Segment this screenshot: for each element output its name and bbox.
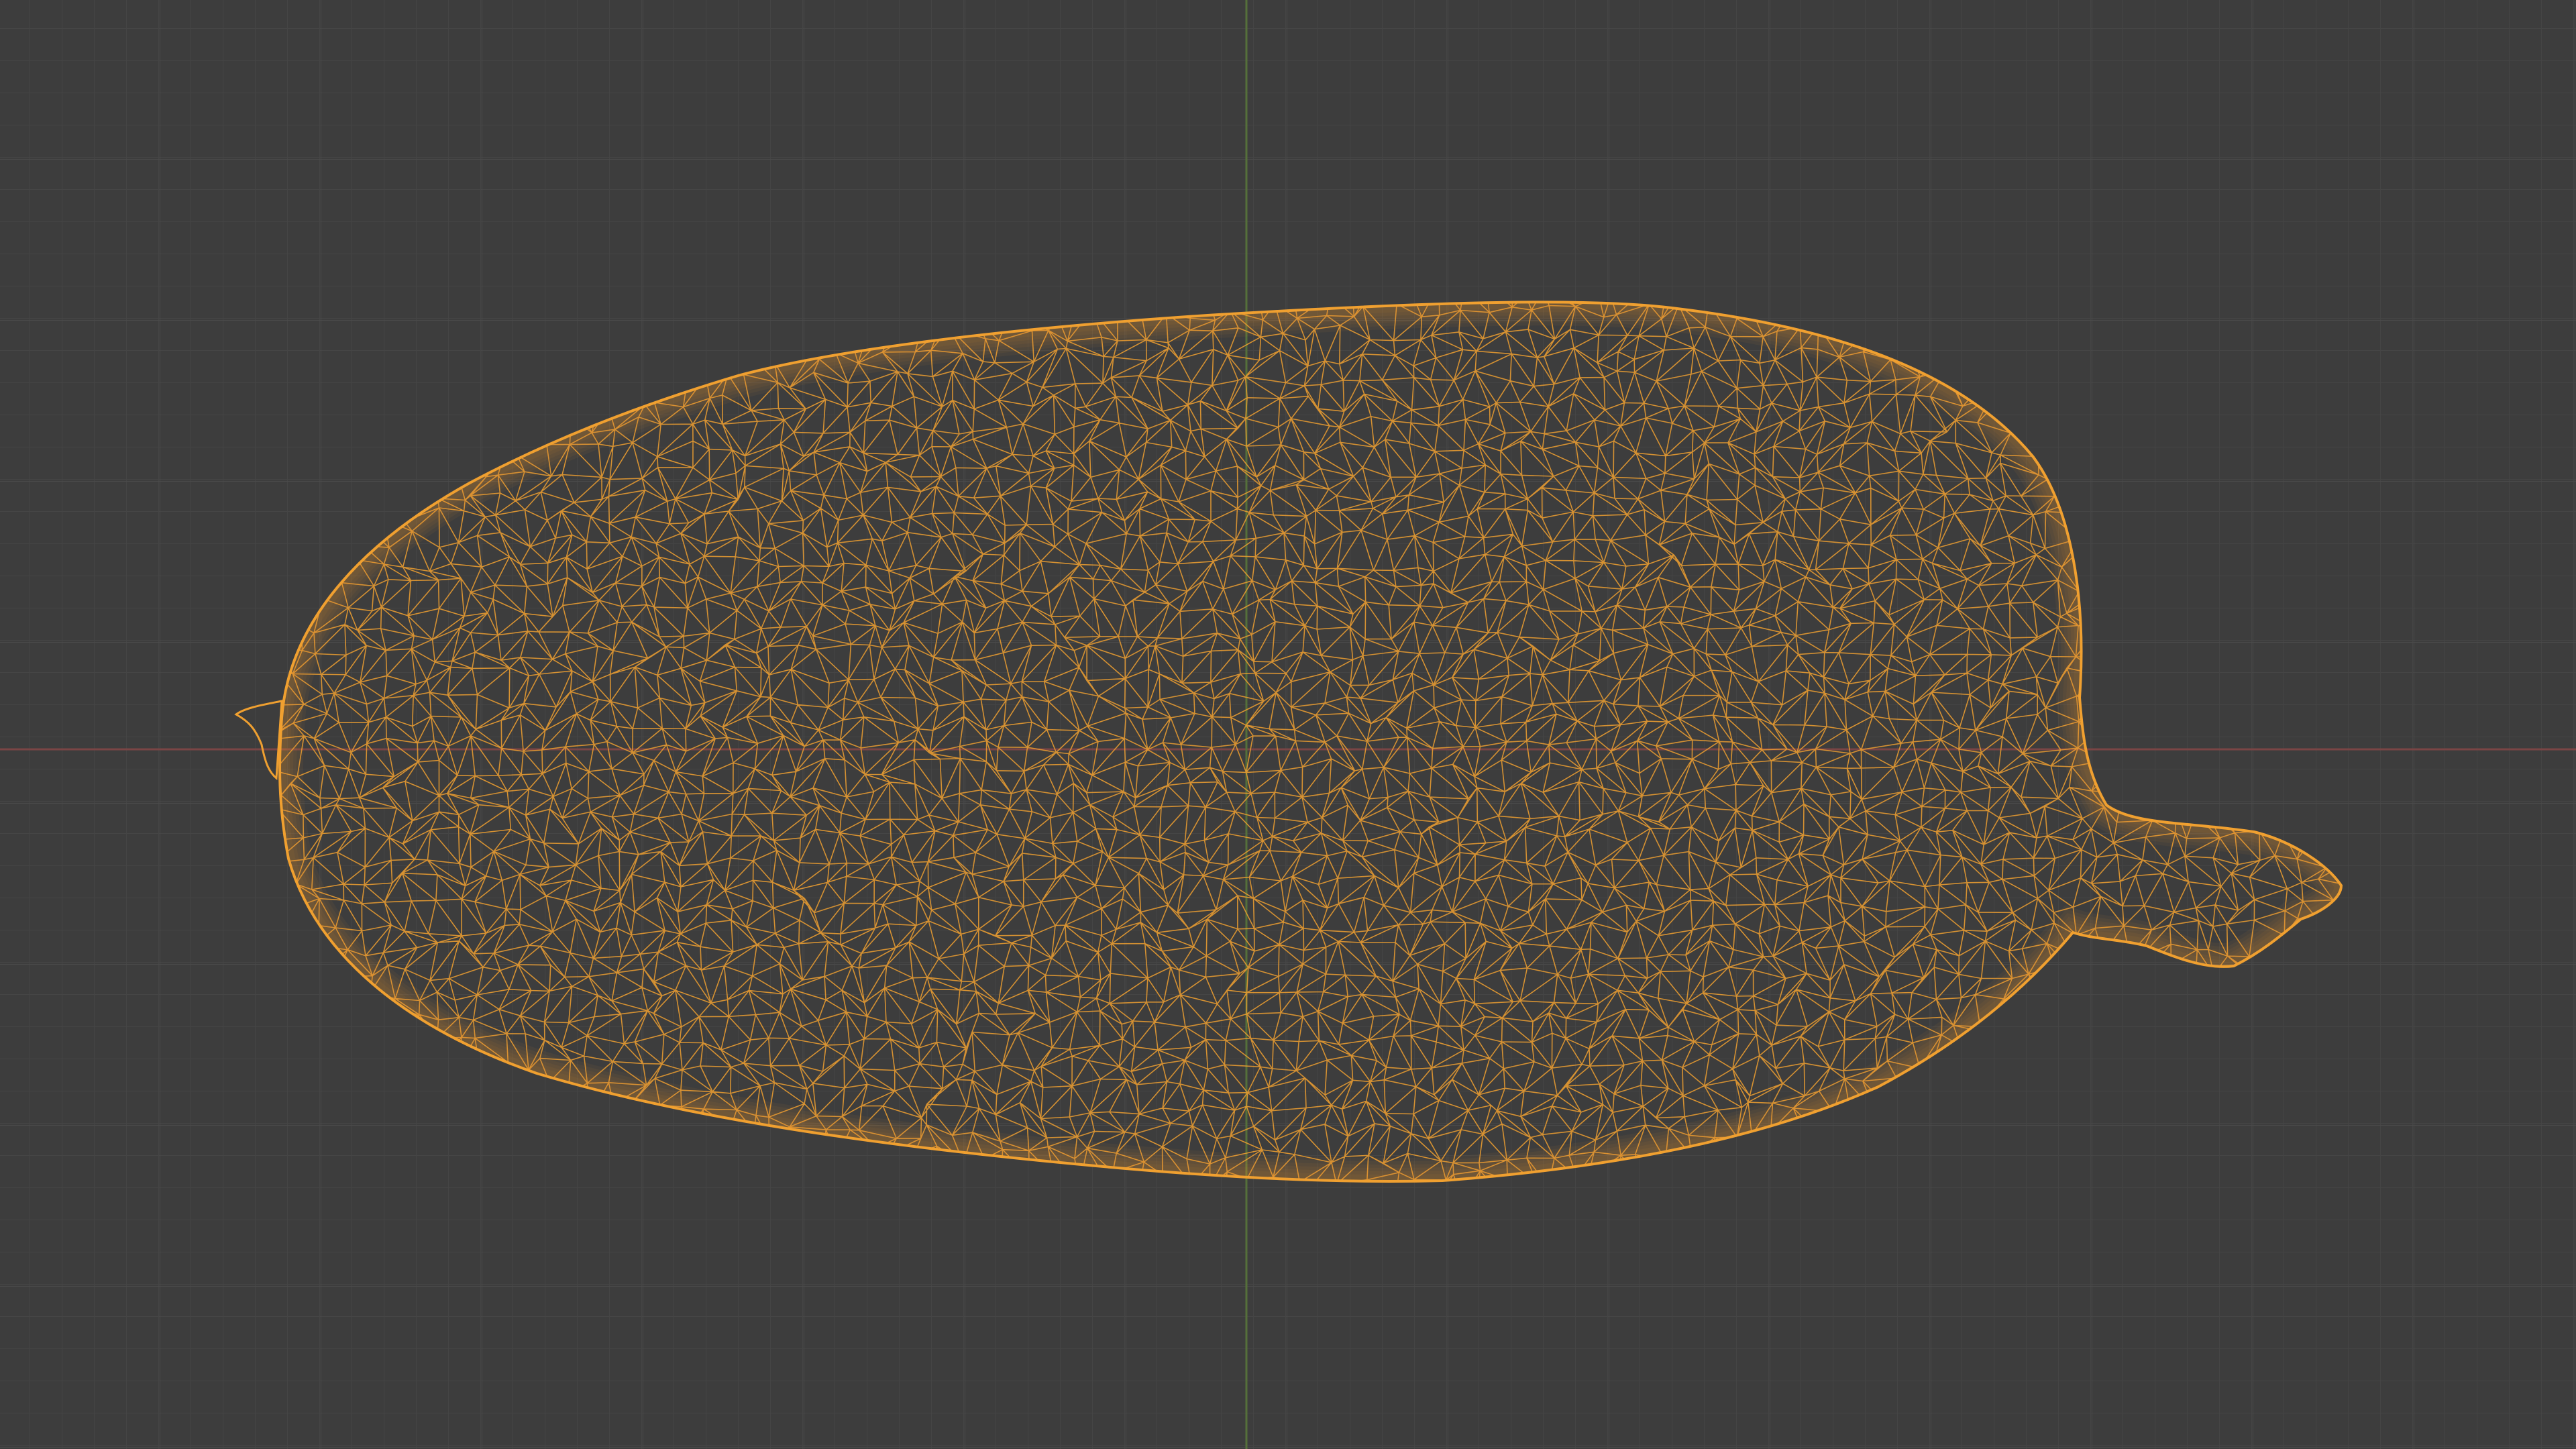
3d-viewport[interactable] [0,0,2576,1449]
wireframe-mesh-object[interactable] [0,0,2576,1449]
left-tip [234,700,283,781]
